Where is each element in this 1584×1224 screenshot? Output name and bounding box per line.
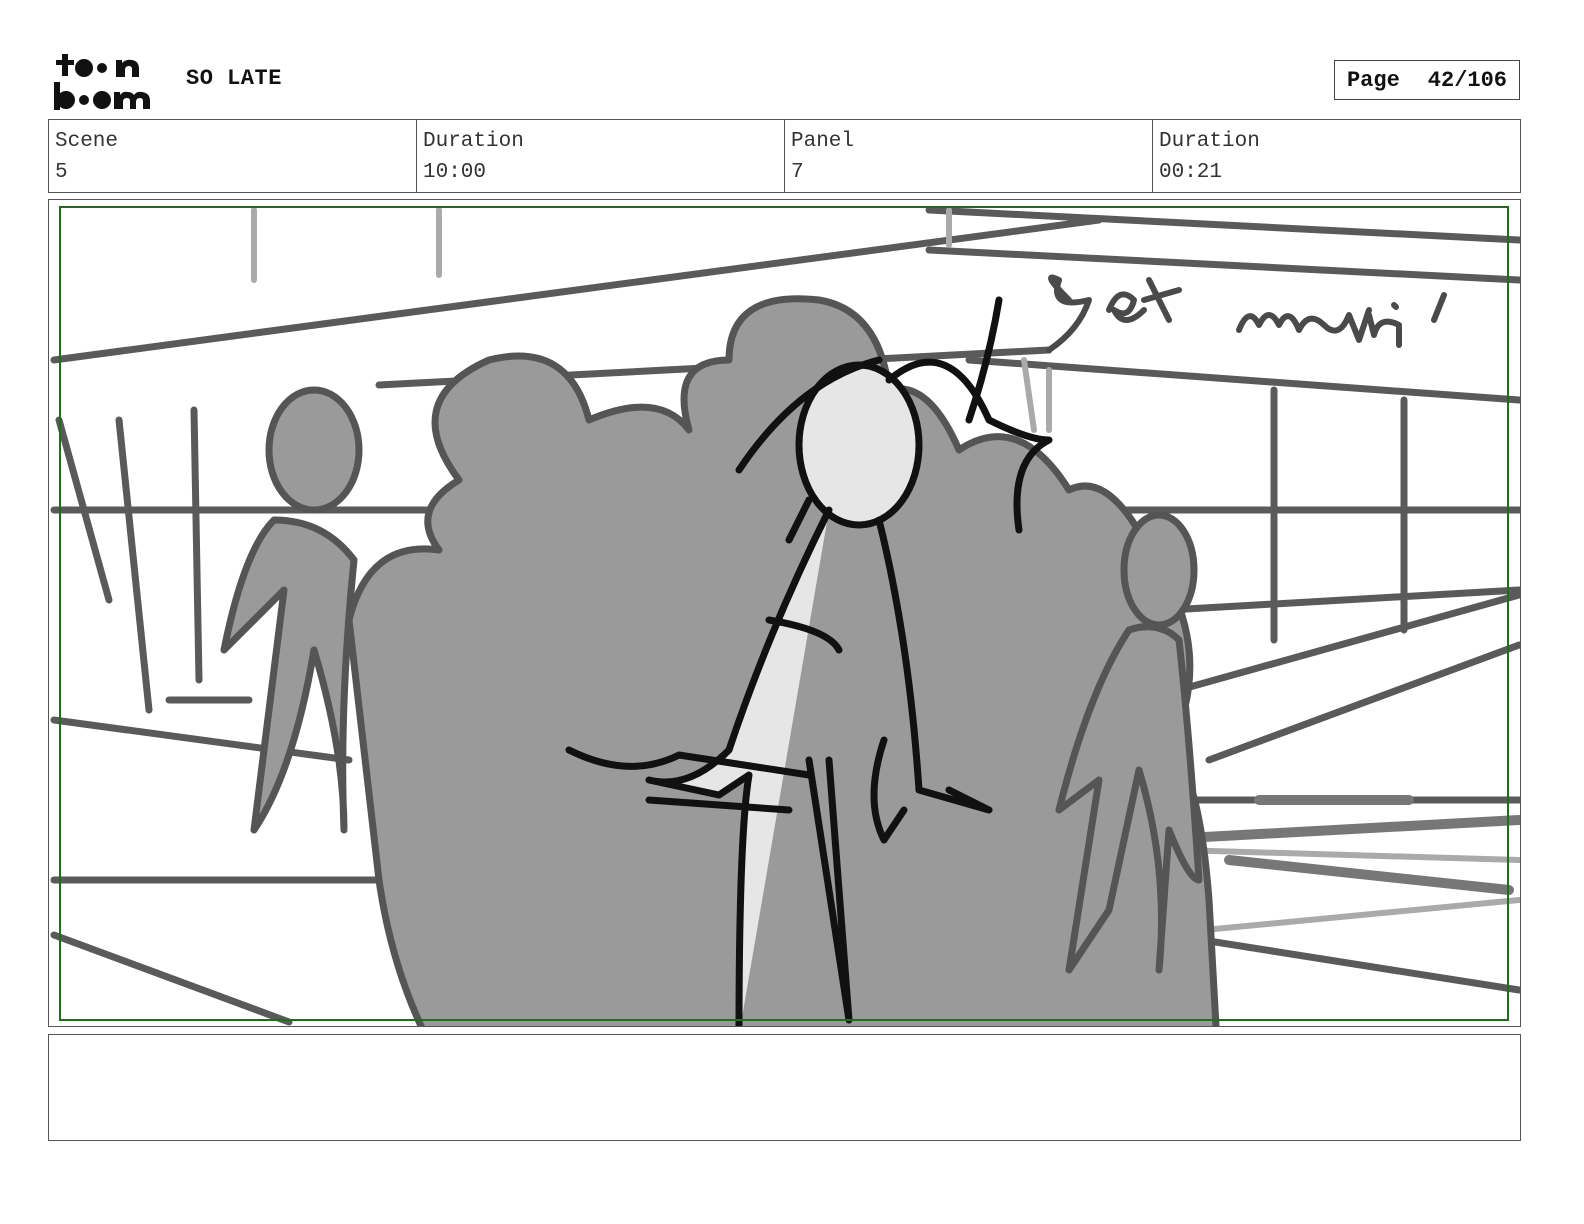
panel-value: 7 bbox=[791, 161, 804, 184]
panel-cell: Panel 7 bbox=[785, 120, 1153, 192]
scene-duration-cell: Duration 10:00 bbox=[417, 120, 785, 192]
scene-value: 5 bbox=[55, 161, 68, 184]
panel-duration-label: Duration bbox=[1159, 130, 1260, 153]
panel-sketch bbox=[50, 206, 1520, 1026]
panel-duration-cell: Duration 00:21 bbox=[1153, 120, 1520, 192]
scene-duration-value: 10:00 bbox=[423, 161, 487, 184]
panel-notes-box bbox=[48, 1034, 1521, 1141]
sign-lettering bbox=[1046, 274, 1447, 353]
storyboard-panel bbox=[48, 199, 1521, 1027]
project-title: SO LATE bbox=[186, 66, 282, 91]
panel-duration-value: 00:21 bbox=[1159, 161, 1223, 184]
scene-cell: Scene 5 bbox=[49, 120, 417, 192]
scene-duration-label: Duration bbox=[423, 130, 524, 153]
scene-label: Scene bbox=[55, 130, 119, 153]
toon-boom-logo bbox=[54, 54, 150, 110]
panel-label: Panel bbox=[791, 130, 855, 153]
crowd-silhouettes bbox=[220, 295, 1220, 1026]
page-number: 42/106 bbox=[1427, 67, 1508, 93]
page-label: Page bbox=[1346, 67, 1400, 93]
scene-info-row: Scene 5 Duration 10:00 Panel 7 Duration … bbox=[48, 119, 1521, 193]
page-indicator: Page 42/106 bbox=[1334, 60, 1520, 100]
